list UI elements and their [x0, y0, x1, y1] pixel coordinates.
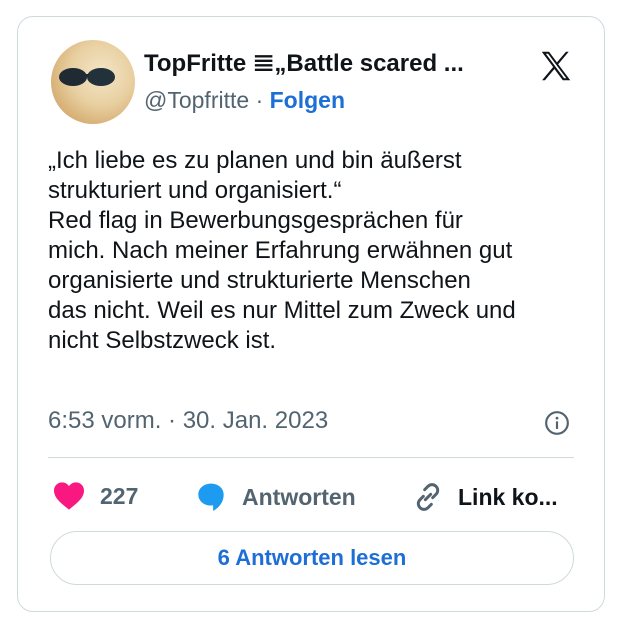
- sunglasses-graphic: [59, 68, 115, 86]
- tweet-text: „Ich liebe es zu planen und bin äußerst …: [48, 147, 516, 354]
- author-handle[interactable]: @Topfritte: [144, 87, 249, 113]
- copy-link-button[interactable]: Link ko...: [412, 481, 558, 513]
- tweet-timestamp[interactable]: 6:53 vorm. · 30. Jan. 2023: [48, 407, 328, 435]
- x-logo-icon[interactable]: [537, 47, 575, 85]
- copy-link-label: Link ko...: [458, 483, 558, 510]
- reply-button[interactable]: Antworten: [194, 481, 356, 513]
- author-name[interactable]: TopFritte 𝌆„Battle scared ...: [144, 49, 464, 78]
- author-handle-row: @Topfritte · Folgen: [144, 87, 345, 114]
- reply-label: Antworten: [242, 483, 356, 510]
- avatar[interactable]: [51, 40, 135, 124]
- divider: [48, 457, 574, 458]
- like-button[interactable]: 227: [52, 481, 138, 511]
- follow-button[interactable]: Folgen: [270, 87, 345, 113]
- tweet-card: TopFritte 𝌆„Battle scared ... @Topfritte…: [17, 16, 605, 612]
- speech-bubble-icon: [198, 483, 224, 511]
- like-count: 227: [100, 482, 139, 509]
- handle-separator: ·: [255, 87, 264, 113]
- info-icon[interactable]: [544, 410, 570, 436]
- read-replies-button[interactable]: 6 Antworten lesen: [50, 531, 574, 585]
- link-icon: [416, 483, 440, 511]
- heart-icon: [54, 482, 84, 510]
